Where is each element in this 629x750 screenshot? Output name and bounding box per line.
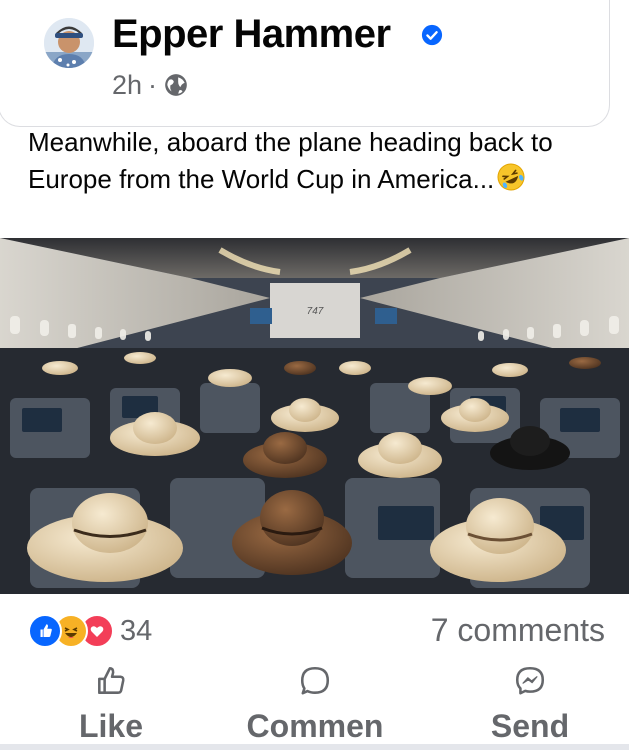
- post-text: Meanwhile, aboard the plane heading back…: [28, 124, 618, 198]
- reaction-count: 34: [120, 614, 153, 647]
- send-label: Send: [490, 708, 570, 744]
- author-name[interactable]: Epper Hammer: [112, 12, 391, 56]
- globe-icon[interactable]: [163, 72, 189, 98]
- reaction-summary[interactable]: 34: [28, 614, 152, 648]
- messenger-icon: [515, 666, 545, 695]
- post-meta: 2h ·: [112, 68, 189, 102]
- post-photo[interactable]: 747: [0, 238, 629, 594]
- like-label: Like: [78, 708, 144, 744]
- post-text-content: Meanwhile, aboard the plane heading back…: [28, 127, 553, 194]
- meta-separator: ·: [148, 70, 158, 100]
- comments-count-link[interactable]: 7 comments: [431, 612, 605, 649]
- verified-badge-icon: [421, 24, 443, 46]
- like-button[interactable]: Like: [68, 664, 154, 745]
- post-time[interactable]: 2h: [112, 68, 142, 102]
- thumbs-up-icon: [98, 666, 125, 694]
- comment-label: Commen: [246, 708, 384, 744]
- post-divider: [0, 744, 629, 750]
- photo-plane-label: 747: [307, 306, 324, 317]
- comment-bubble-icon: [300, 666, 330, 695]
- author-avatar[interactable]: [44, 18, 94, 68]
- like-reaction-icon: [28, 614, 62, 648]
- comment-button[interactable]: Commen: [240, 664, 390, 745]
- rofl-emoji-icon: [497, 163, 525, 191]
- send-button[interactable]: Send: [480, 664, 580, 745]
